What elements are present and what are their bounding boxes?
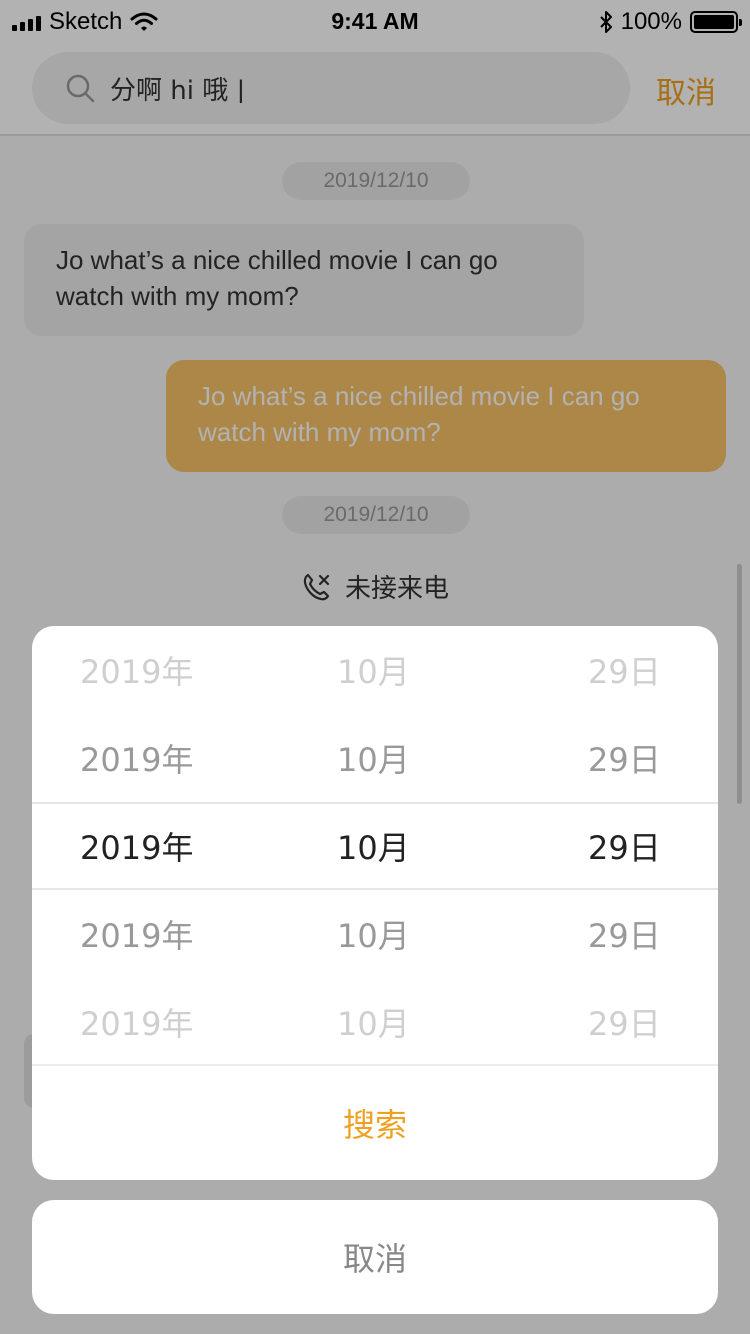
picker-row[interactable]: 2019年 10月 29日 [32,628,718,716]
picker-month[interactable]: 10月 [337,628,410,716]
picker-row[interactable]: 2019年 10月 29日 [32,892,718,980]
app-screen: Sketch 9:41 AM 100% 取消 2019 [0,0,750,1334]
picker-year[interactable]: 2019年 [80,804,193,892]
picker-day[interactable]: 29日 [588,804,661,892]
picker-month[interactable]: 10月 [337,716,410,804]
picker-month[interactable]: 10月 [337,892,410,980]
picker-month[interactable]: 10月 [337,980,410,1068]
picker-day[interactable]: 29日 [588,892,661,980]
picker-row[interactable]: 2019年 10月 29日 [32,716,718,804]
picker-year[interactable]: 2019年 [80,892,193,980]
picker-row-selected[interactable]: 2019年 10月 29日 [32,804,718,892]
date-picker[interactable]: 2019年 10月 29日 2019年 10月 29日 2019年 10月 29… [32,626,718,1064]
picker-month[interactable]: 10月 [337,804,410,892]
cancel-sheet: 取消 [32,1200,718,1314]
sheet-cancel-button[interactable]: 取消 [343,1234,407,1280]
picker-year[interactable]: 2019年 [80,980,193,1068]
picker-year[interactable]: 2019年 [80,628,193,716]
search-confirm-button[interactable]: 搜索 [343,1100,407,1146]
picker-day[interactable]: 29日 [588,716,661,804]
picker-year[interactable]: 2019年 [80,716,193,804]
selection-bottom-divider [32,888,718,890]
picker-row[interactable]: 2019年 10月 29日 [32,980,718,1068]
picker-footer: 搜索 [32,1064,718,1180]
picker-day[interactable]: 29日 [588,628,661,716]
picker-day[interactable]: 29日 [588,980,661,1068]
date-picker-sheet: 2019年 10月 29日 2019年 10月 29日 2019年 10月 29… [32,626,718,1180]
